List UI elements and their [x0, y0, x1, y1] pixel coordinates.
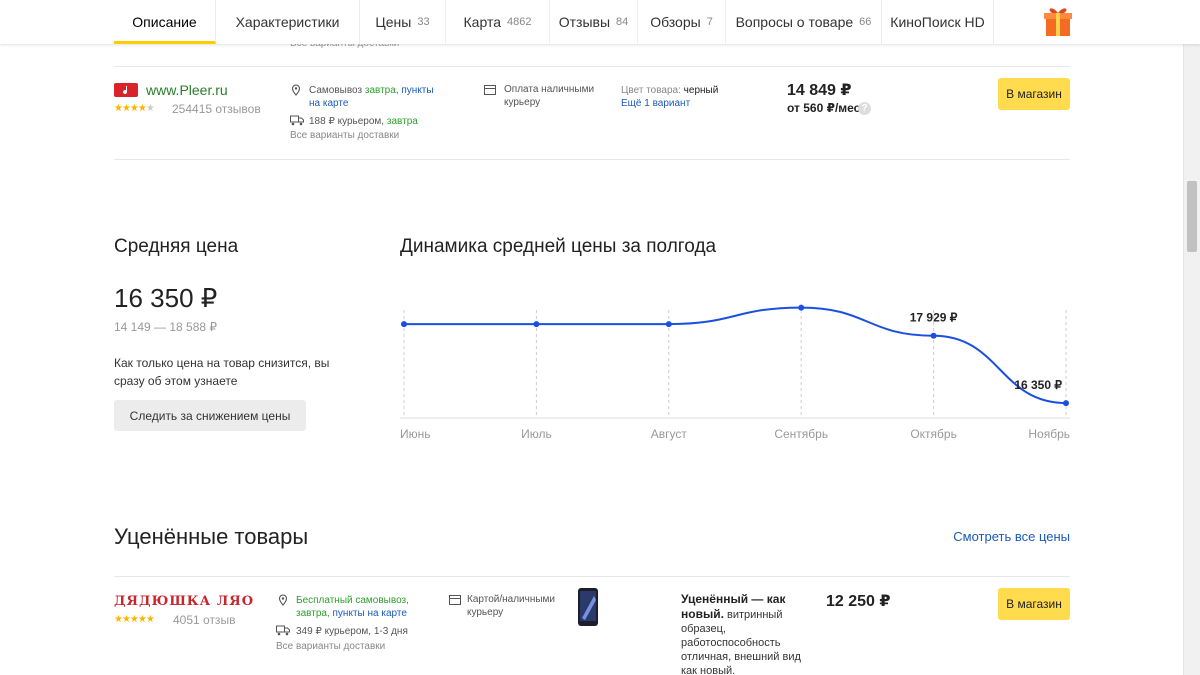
row-divider	[114, 159, 1070, 160]
row-divider	[114, 576, 1070, 577]
shop-rating-stars: ★★★★★	[114, 614, 155, 625]
page-scrollbar[interactable]	[1183, 0, 1200, 675]
tab-count: 84	[616, 16, 629, 28]
tab-count: 4862	[507, 16, 532, 28]
tab-5[interactable]: Отзывы 84	[550, 0, 638, 44]
all-delivery-link[interactable]: Все варианты доставки	[290, 129, 399, 142]
x-tick-label: Август	[651, 427, 688, 441]
to-shop-button[interactable]: В магазин	[998, 588, 1070, 620]
pickup-info: Самовывоз завтра, пункты на карте	[309, 85, 434, 109]
tab-count: 33	[417, 16, 430, 28]
tab-2[interactable]: Характеристики	[216, 0, 360, 44]
payment-info: Оплата наличными курьеру	[504, 84, 595, 108]
discounted-title: Уценённые товары	[114, 524, 309, 549]
gift-icon[interactable]	[1044, 5, 1072, 37]
x-tick-label: Июнь	[400, 427, 431, 441]
pickup-when: завтра	[364, 85, 396, 96]
tab-3[interactable]: Цены 33	[360, 0, 446, 44]
shop-logo[interactable]: ДЯДЮШКА ЛЯО	[114, 594, 254, 609]
data-label: 17 929 ₽	[910, 311, 958, 325]
truck-icon	[276, 625, 290, 636]
pickup-info: Бесплатный самовывоз, завтра, пункты на …	[296, 595, 409, 619]
x-tick-label: Июль	[521, 427, 552, 441]
tab-7[interactable]: Вопросы о товаре 66	[726, 0, 882, 44]
color-info: Цвет товара: черный	[621, 85, 719, 96]
shop-logo[interactable]: www.Pleer.ru	[114, 82, 228, 98]
tab-8[interactable]: КиноПоиск HD	[882, 0, 994, 44]
variant-link[interactable]: Ещё 1 вариант	[621, 97, 690, 110]
avg-price-note: Как только цена на товар снизится, вы ср…	[114, 356, 330, 388]
data-point	[665, 321, 672, 328]
tab-4[interactable]: Карта 4862	[446, 0, 550, 44]
installment-price: от 560 ₽/мес	[787, 101, 861, 115]
avg-price-range: 14 149 — 18 588 ₽	[114, 320, 218, 334]
avg-price-title: Средняя цена	[114, 236, 239, 257]
wallet-icon	[449, 595, 461, 605]
offer-price: 14 849 ₽	[787, 82, 852, 99]
price-chart: Июнь Июль Август Сентябрь Октябрь Ноябрь 17 92…	[400, 304, 1070, 441]
tab-count: 7	[706, 16, 713, 28]
shop-rating-stars: ★★★★★	[114, 103, 155, 114]
shop-name[interactable]: ДЯДЮШКА ЛЯО	[114, 594, 254, 609]
to-shop-button[interactable]: В магазин	[998, 78, 1070, 110]
pickup-points-link[interactable]: пункты на карте	[333, 608, 407, 619]
x-tick-label: Октябрь	[910, 427, 957, 441]
x-tick-label: Ноябрь	[1028, 427, 1070, 441]
shop-reviews[interactable]: 254415 отзывов	[172, 102, 261, 116]
avg-price-value: 16 350 ₽	[114, 283, 218, 313]
pleer-logo-icon	[114, 83, 138, 97]
help-icon[interactable]: ?	[858, 102, 871, 115]
shop-name[interactable]: www.Pleer.ru	[146, 82, 228, 98]
map-pin-icon	[278, 594, 288, 606]
data-label: 16 350 ₽	[1014, 378, 1062, 392]
tab-count: 66	[859, 16, 872, 28]
all-delivery-link[interactable]: Все варианты доставки	[276, 640, 385, 653]
row-divider	[114, 66, 1070, 67]
wallet-icon	[484, 85, 496, 95]
data-point	[798, 304, 805, 311]
tab-1[interactable]: Описание	[114, 0, 216, 44]
scrollbar-thumb[interactable]	[1187, 181, 1197, 252]
offer-price: 12 250 ₽	[826, 593, 891, 610]
data-point	[1063, 400, 1069, 407]
data-point	[930, 332, 937, 339]
x-tick-label: Сентябрь	[774, 427, 828, 441]
condition-description: Уценённый — как новый. витринный образец…	[681, 592, 801, 675]
truck-icon	[290, 115, 304, 126]
chart-title: Динамика средней цены за полгода	[400, 236, 717, 257]
courier-info: 349 ₽ курьером, 1-3 дня	[296, 626, 408, 637]
follow-price-button[interactable]: Следить за снижением цены	[114, 400, 306, 431]
product-thumbnail[interactable]	[576, 588, 600, 626]
map-pin-icon	[291, 84, 301, 96]
payment-info: Картой/наличными курьеру	[467, 594, 556, 618]
product-tabs: Описание Характеристики Цены 33 Карта 4862 Отз…	[0, 0, 1200, 44]
price-line	[404, 306, 1067, 405]
shop-reviews[interactable]: 4051 отзыв	[173, 613, 235, 627]
data-point	[533, 321, 540, 328]
see-all-prices-link[interactable]: Смотреть все цены	[953, 529, 1070, 544]
data-point	[401, 321, 407, 328]
tab-6[interactable]: Обзоры 7	[638, 0, 726, 44]
tabs-list: Описание Характеристики Цены 33 Карта 4862 Отз…	[114, 0, 994, 44]
courier-info: 188 ₽ курьером, завтра	[309, 116, 418, 127]
